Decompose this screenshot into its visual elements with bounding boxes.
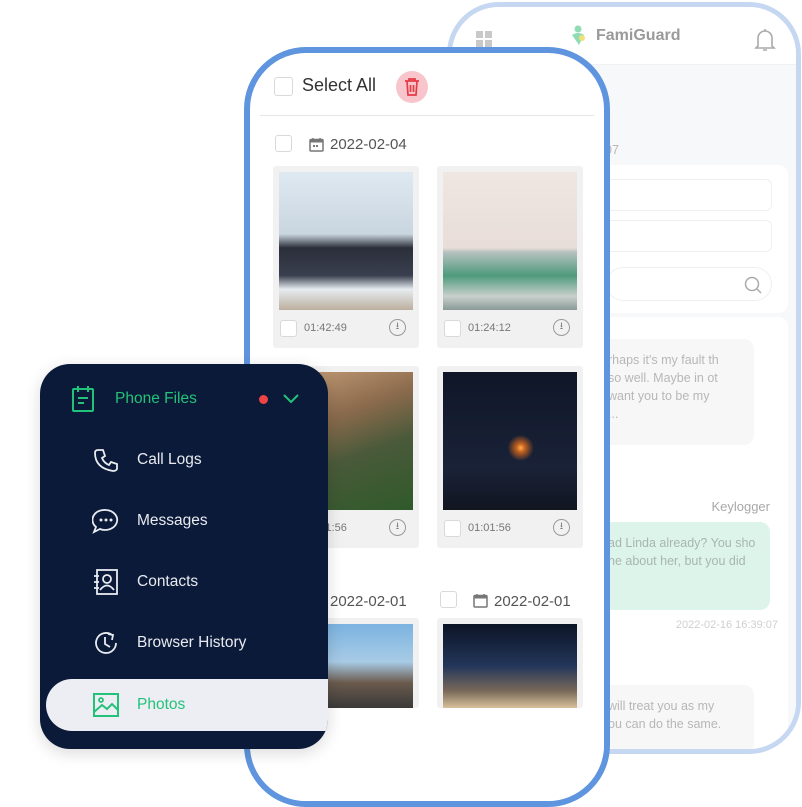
famiguard-logo: FamiGuard bbox=[570, 25, 680, 47]
filter-input-1[interactable] bbox=[606, 179, 772, 211]
message-line: ... bbox=[608, 407, 619, 421]
photo-card[interactable]: 01:01:56 ⭳ bbox=[437, 366, 583, 548]
download-icon[interactable]: ⭳ bbox=[553, 319, 570, 336]
messages-card: rhaps it's my fault th so well. Maybe in… bbox=[602, 317, 788, 749]
section-label: Phone Files bbox=[115, 390, 197, 407]
message-line: rhaps it's my fault th bbox=[608, 353, 719, 367]
image-icon bbox=[92, 691, 120, 719]
photo-card[interactable]: 01:42:49 ⭳ bbox=[273, 166, 419, 348]
sidebar-item-messages[interactable]: Messages bbox=[40, 496, 328, 546]
photo-thumbnail[interactable] bbox=[279, 172, 413, 310]
photo-thumbnail[interactable] bbox=[443, 624, 577, 708]
date-label: 2022-02-01 bbox=[494, 593, 571, 610]
calendar-icon bbox=[473, 594, 488, 608]
message-bubble-3: will treat you as my ou can do the same. bbox=[602, 685, 754, 749]
download-icon[interactable]: ⭳ bbox=[389, 319, 406, 336]
message-line: so well. Maybe in ot bbox=[608, 371, 718, 385]
download-icon[interactable]: ⭳ bbox=[553, 519, 570, 536]
sidebar-item-label: Contacts bbox=[137, 573, 199, 590]
message-bubble-1: rhaps it's my fault th so well. Maybe in… bbox=[602, 339, 754, 445]
date-checkbox[interactable] bbox=[440, 591, 457, 608]
photo-thumbnail[interactable] bbox=[443, 172, 577, 310]
photo-checkbox[interactable] bbox=[444, 520, 461, 537]
date-label: 2022-02-04 bbox=[330, 136, 407, 153]
message-line: will treat you as my bbox=[608, 699, 715, 713]
search-icon[interactable] bbox=[743, 275, 763, 295]
search-input[interactable] bbox=[606, 267, 772, 301]
message-line: ne about her, but you did bbox=[608, 554, 746, 568]
filter-card bbox=[602, 165, 788, 313]
delete-button[interactable] bbox=[396, 71, 428, 103]
chevron-down-icon[interactable] bbox=[282, 393, 300, 405]
date-label: 2022-02-01 bbox=[330, 593, 407, 610]
source-label: Keylogger bbox=[711, 499, 770, 514]
trash-icon bbox=[405, 78, 419, 96]
photo-checkbox[interactable] bbox=[444, 320, 461, 337]
logo-icon bbox=[572, 25, 585, 45]
message-line: ou can do the same. bbox=[608, 717, 722, 731]
photo-time: 01:01:56 bbox=[468, 522, 511, 534]
notepad-icon bbox=[72, 386, 94, 412]
photo-card[interactable]: 01:24:12 ⭳ bbox=[437, 166, 583, 348]
select-all-label: Select All bbox=[302, 75, 377, 95]
sidebar-section-phone-files[interactable]: Phone Files bbox=[40, 374, 328, 424]
message-line: want you to be my bbox=[608, 389, 710, 403]
sidebar-item-label: Call Logs bbox=[137, 451, 202, 468]
message-timestamp: 2022-02-16 16:39:07 bbox=[675, 619, 778, 631]
grid-icon[interactable] bbox=[476, 31, 492, 47]
message-bubble-2: ad Linda already? You sho ne about her, … bbox=[602, 522, 770, 610]
filter-input-2[interactable] bbox=[606, 220, 772, 252]
message-line: ad Linda already? You sho bbox=[608, 536, 756, 550]
sidebar-menu: Phone Files Call Logs Messages Contacts … bbox=[40, 364, 328, 749]
contacts-icon bbox=[92, 568, 120, 596]
notification-dot bbox=[259, 394, 268, 404]
sidebar-item-call-logs[interactable]: Call Logs bbox=[40, 435, 328, 485]
sidebar-item-browser-history[interactable]: Browser History bbox=[40, 618, 328, 668]
download-icon[interactable]: ⭳ bbox=[389, 519, 406, 536]
bell-icon[interactable] bbox=[754, 27, 776, 53]
photo-time: 01:24:12 bbox=[468, 322, 511, 334]
photo-checkbox[interactable] bbox=[280, 320, 297, 337]
select-all-checkbox[interactable] bbox=[274, 77, 293, 96]
date-checkbox[interactable] bbox=[275, 135, 292, 152]
calendar-icon bbox=[309, 138, 324, 152]
photo-thumbnail[interactable] bbox=[443, 372, 577, 510]
photo-card[interactable] bbox=[437, 618, 583, 708]
phone-icon bbox=[92, 446, 120, 474]
photo-time: 01:42:49 bbox=[304, 322, 347, 334]
history-icon bbox=[92, 629, 120, 657]
chat-icon bbox=[92, 507, 120, 535]
sidebar-item-label: Browser History bbox=[137, 634, 247, 651]
brand-name: FamiGuard bbox=[596, 27, 681, 44]
sidebar-item-photos[interactable]: Photos bbox=[46, 679, 328, 731]
sidebar-item-label: Messages bbox=[137, 512, 208, 529]
sidebar-item-contacts[interactable]: Contacts bbox=[40, 557, 328, 607]
sidebar-item-label: Photos bbox=[137, 696, 186, 713]
header-divider bbox=[260, 115, 594, 116]
